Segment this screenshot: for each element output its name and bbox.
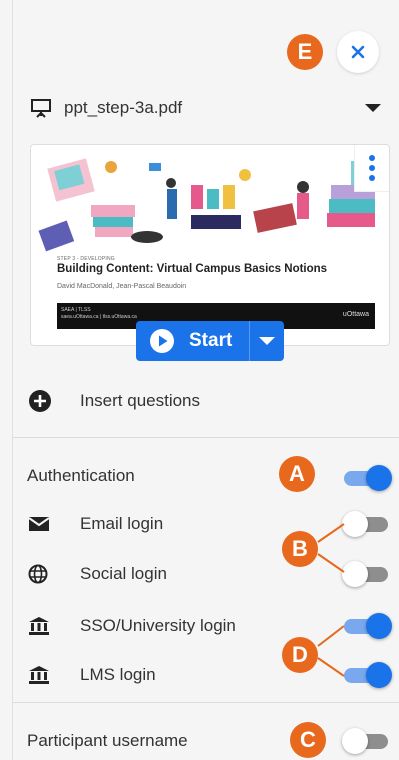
slide-footer-line2: saea.uOttawa.ca | tlss.uOttawa.ca [61,314,137,320]
authentication-label: Authentication [27,466,135,485]
lms-login-row: LMS login [28,661,156,689]
play-icon [150,329,174,353]
kebab-dot-icon [369,155,375,161]
file-name: ppt_step-3a.pdf [64,98,183,117]
participant-username-label: Participant username [27,731,188,750]
divider [12,437,399,438]
chevron-down-icon [259,337,275,345]
slide-footer-line1: SAEA | TLSS [61,307,91,313]
annotation-badge-a: A [279,456,315,492]
annotation-badge-c: C [290,722,326,758]
annotation-badge-d: D [282,637,318,673]
sso-login-row: SSO/University login [28,612,236,640]
sso-login-label: SSO/University login [80,616,236,635]
email-login-row: Email login [28,510,163,538]
insert-questions-label: Insert questions [80,391,201,410]
more-options-button[interactable] [354,145,389,192]
presentation-icon [31,99,51,118]
kebab-dot-icon [369,165,375,171]
social-login-label: Social login [80,564,167,583]
slide-footer-left: SAEA | TLSS saea.uOttawa.ca | tlss.uOtta… [61,307,137,321]
slide-step-label: STEP 3 - DEVELOPING [57,256,115,262]
divider [12,702,399,703]
university-logo: uOttawa [342,311,369,318]
social-login-row: Social login [28,560,167,588]
start-button-group: Start [136,321,284,361]
authentication-toggle[interactable] [344,464,392,492]
slide-thumbnail: STEP 3 - DEVELOPING Building Content: Vi… [30,144,390,346]
start-label: Start [189,330,233,351]
annotation-badge-e: E [287,34,323,70]
add-circle-icon [29,390,51,412]
slide-authors: David MacDonald, Jean-Pascal Beaudoin [57,283,187,290]
globe-icon [28,564,48,584]
institution-icon [29,617,49,635]
annotation-badge-b: B [282,531,318,567]
close-button[interactable] [337,31,379,73]
start-button[interactable]: Start [136,321,249,361]
close-icon [351,45,365,59]
participant-username-toggle[interactable] [342,727,392,755]
institution-icon [29,666,49,684]
kebab-dot-icon [369,175,375,181]
insert-questions-button[interactable]: Insert questions [28,387,200,415]
chevron-down-icon[interactable] [365,104,381,112]
slide-illustration [38,158,375,252]
file-selector[interactable]: ppt_step-3a.pdf [30,94,385,122]
slide-title: Building Content: Virtual Campus Basics … [57,263,328,275]
envelope-icon [28,517,50,531]
start-options-dropdown[interactable] [249,321,284,361]
email-login-label: Email login [80,514,164,533]
lms-login-label: LMS login [80,665,156,684]
